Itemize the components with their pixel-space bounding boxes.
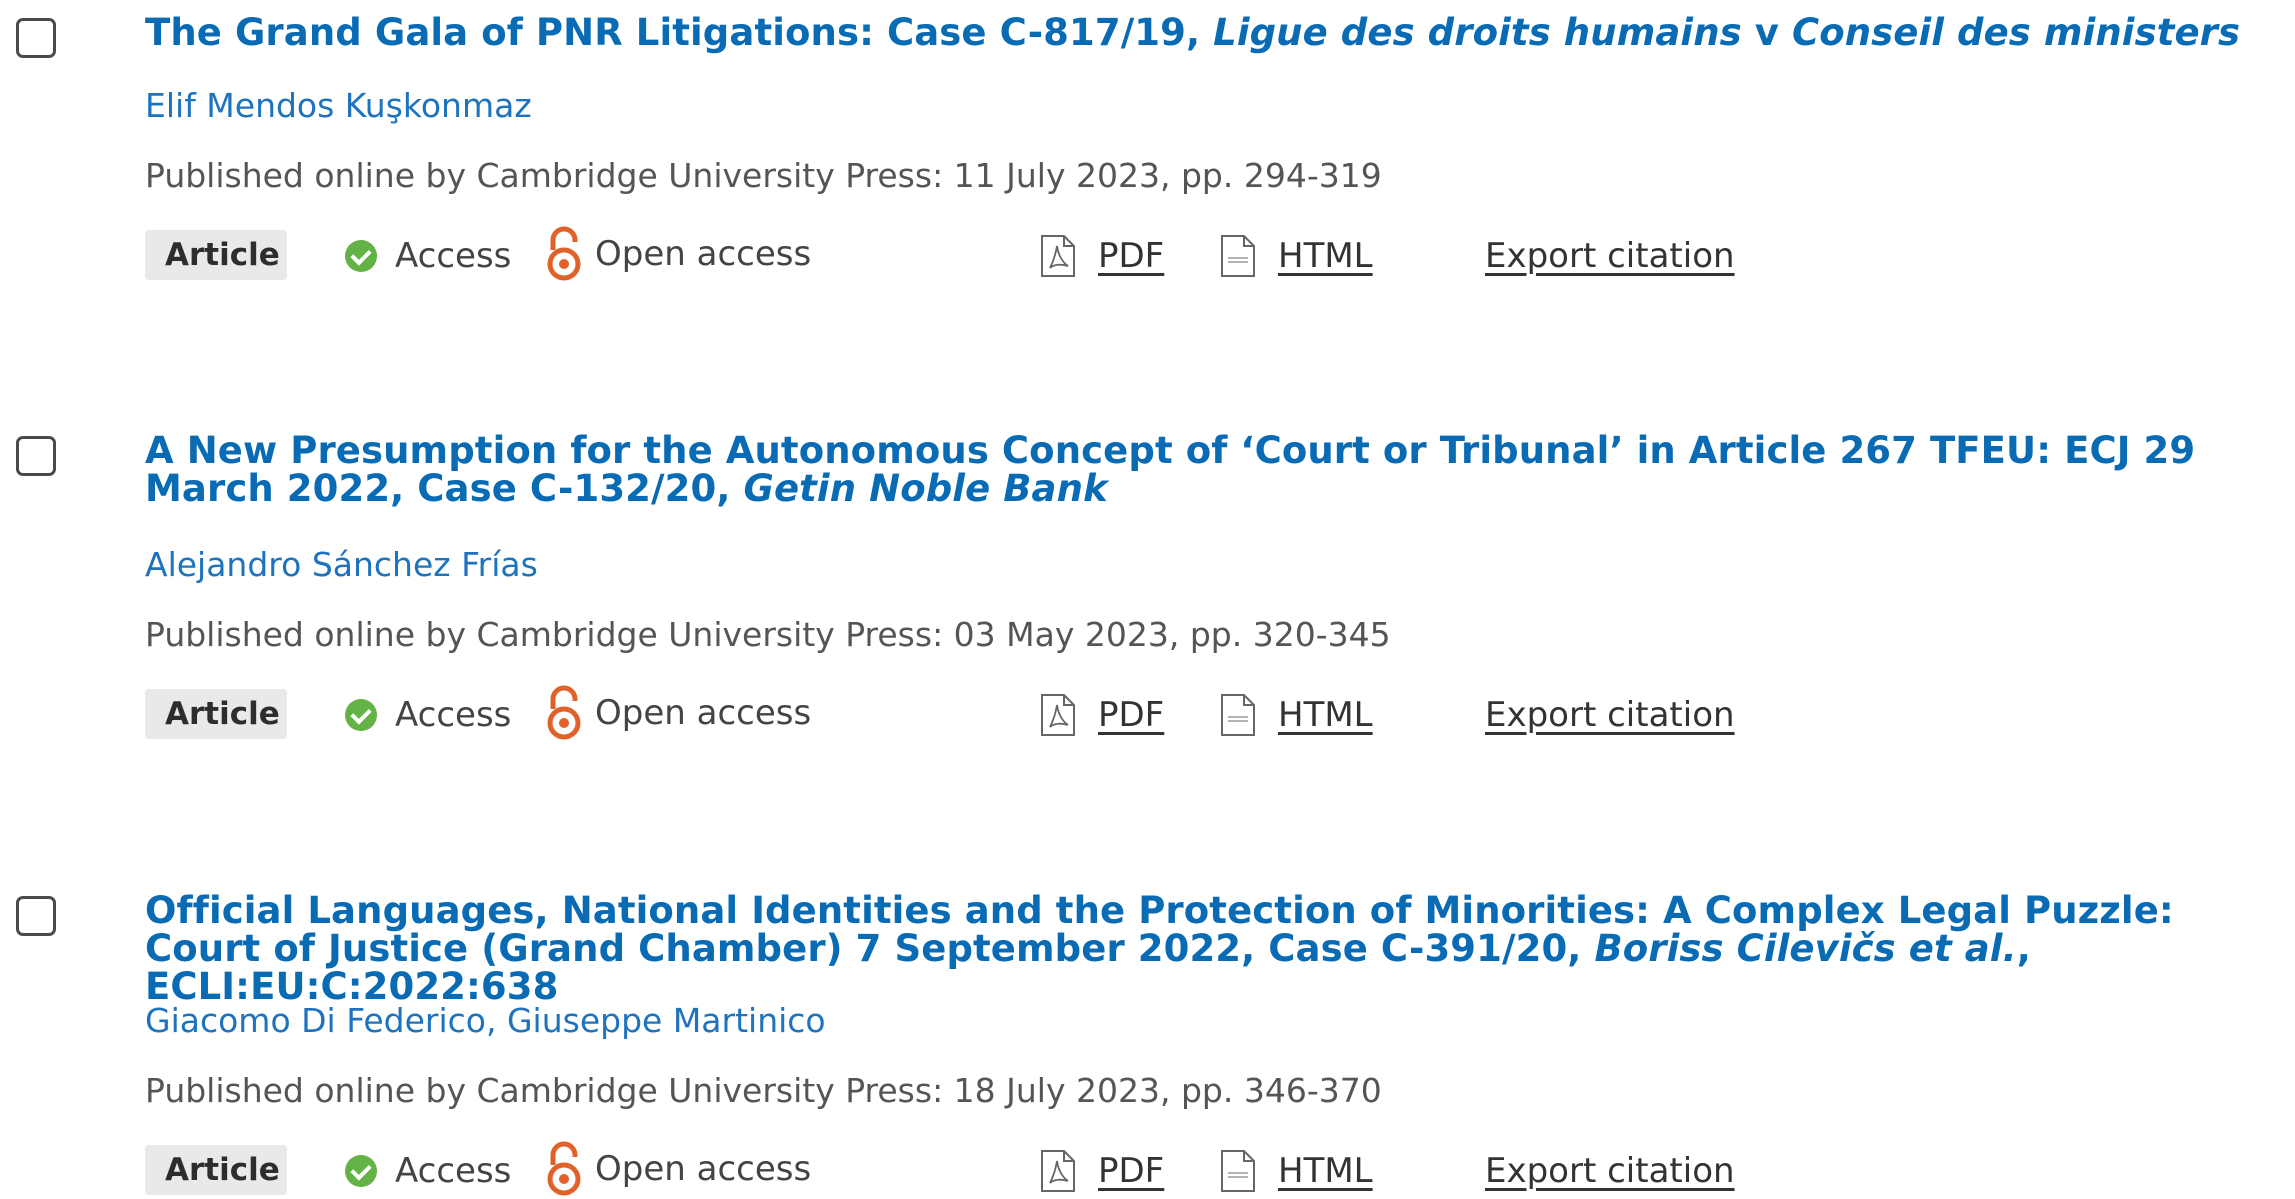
pdf-file-icon	[1041, 235, 1075, 277]
title-text[interactable]: v	[1742, 11, 1792, 54]
export-citation-link[interactable]: Export citation	[1485, 230, 1735, 282]
html-label[interactable]: HTML	[1278, 695, 1373, 735]
authors: Giacomo Di Federico, Giuseppe Martinico	[145, 1001, 826, 1041]
html-label[interactable]: HTML	[1278, 236, 1373, 276]
author-link[interactable]: Alejandro Sánchez Frías	[145, 545, 538, 584]
article-type-badge: Article	[145, 1145, 287, 1195]
open-access-lock-icon	[547, 685, 581, 740]
open-access-indicator: Open access	[545, 683, 811, 743]
access-indicator: Access	[345, 230, 511, 282]
authors: Alejandro Sánchez Frías	[145, 545, 538, 585]
article-title[interactable]: A New Presumption for the Autonomous Con…	[145, 432, 2275, 508]
open-access-label: Open access	[595, 693, 812, 733]
pdf-link[interactable]: PDF	[1040, 1145, 1164, 1197]
access-label: Access	[395, 1151, 512, 1191]
title-text[interactable]: The Grand Gala of PNR Litigations: Case …	[145, 11, 1213, 54]
select-checkbox[interactable]	[16, 896, 56, 936]
pdf-link[interactable]: PDF	[1040, 689, 1164, 741]
pdf-link[interactable]: PDF	[1040, 230, 1164, 282]
export-citation-link[interactable]: Export citation	[1485, 1145, 1735, 1197]
open-access-lock-icon	[547, 226, 581, 281]
select-checkbox[interactable]	[16, 18, 56, 58]
access-indicator: Access	[345, 689, 511, 741]
pdf-file-icon	[1041, 1150, 1075, 1192]
html-file-icon	[1221, 694, 1255, 736]
html-file-icon	[1221, 1150, 1255, 1192]
access-indicator: Access	[345, 1145, 511, 1197]
article-title[interactable]: The Grand Gala of PNR Litigations: Case …	[145, 14, 2275, 52]
author-link[interactable]: Giacomo Di Federico	[145, 1001, 486, 1040]
html-link[interactable]: HTML	[1220, 689, 1373, 741]
author-link[interactable]: Elif Mendos Kuşkonmaz	[145, 86, 532, 125]
html-label[interactable]: HTML	[1278, 1151, 1373, 1191]
access-label: Access	[395, 236, 512, 276]
open-access-lock-icon	[547, 1141, 581, 1196]
check-circle-icon	[345, 1155, 377, 1187]
export-citation-label[interactable]: Export citation	[1485, 1151, 1735, 1191]
publication-info: Published online by Cambridge University…	[145, 156, 1382, 195]
html-link[interactable]: HTML	[1220, 230, 1373, 282]
author-link[interactable]: Giuseppe Martinico	[507, 1001, 826, 1040]
title-italic[interactable]: Conseil des ministers	[1792, 11, 2240, 54]
export-citation-label[interactable]: Export citation	[1485, 236, 1735, 276]
result-actions: Article Access Open access PDF HTML Expo…	[145, 685, 1845, 741]
title-italic[interactable]: Boriss Cilevičs et al.	[1594, 927, 2016, 970]
title-italic[interactable]: Getin Noble Bank	[743, 467, 1107, 510]
author-separator: ,	[486, 1001, 507, 1040]
html-file-icon	[1221, 235, 1255, 277]
select-checkbox[interactable]	[16, 436, 56, 476]
article-type-badge: Article	[145, 689, 287, 739]
open-access-label: Open access	[595, 1149, 812, 1189]
article-title[interactable]: Official Languages, National Identities …	[145, 892, 2275, 1006]
result-actions: Article Access Open access PDF HTML Expo…	[145, 1141, 1845, 1197]
pdf-label[interactable]: PDF	[1098, 1151, 1164, 1191]
export-citation-link[interactable]: Export citation	[1485, 689, 1735, 741]
open-access-label: Open access	[595, 234, 812, 274]
result-actions: Article Access Open access PDF HTML Expo…	[145, 226, 1845, 282]
check-circle-icon	[345, 240, 377, 272]
check-circle-icon	[345, 699, 377, 731]
title-text[interactable]: A New Presumption for the Autonomous Con…	[145, 429, 2195, 510]
open-access-indicator: Open access	[545, 224, 811, 284]
publication-info: Published online by Cambridge University…	[145, 1071, 1382, 1110]
authors: Elif Mendos Kuşkonmaz	[145, 86, 532, 126]
open-access-indicator: Open access	[545, 1139, 811, 1199]
access-label: Access	[395, 695, 512, 735]
export-citation-label[interactable]: Export citation	[1485, 695, 1735, 735]
pdf-label[interactable]: PDF	[1098, 695, 1164, 735]
title-italic[interactable]: Ligue des droits humains	[1213, 11, 1742, 54]
publication-info: Published online by Cambridge University…	[145, 615, 1391, 654]
html-link[interactable]: HTML	[1220, 1145, 1373, 1197]
pdf-file-icon	[1041, 694, 1075, 736]
pdf-label[interactable]: PDF	[1098, 236, 1164, 276]
article-type-badge: Article	[145, 230, 287, 280]
